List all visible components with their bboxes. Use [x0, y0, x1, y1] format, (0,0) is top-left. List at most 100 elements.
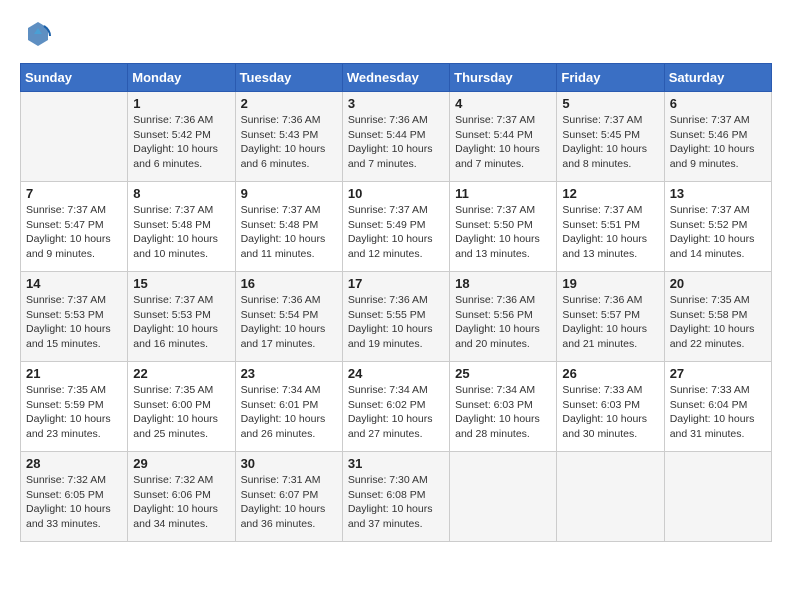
day-number: 3 — [348, 96, 444, 111]
day-info: Sunrise: 7:34 AMSunset: 6:03 PMDaylight:… — [455, 383, 551, 442]
day-number: 7 — [26, 186, 122, 201]
day-info: Sunrise: 7:36 AMSunset: 5:56 PMDaylight:… — [455, 293, 551, 352]
calendar-cell: 24 Sunrise: 7:34 AMSunset: 6:02 PMDayligh… — [342, 362, 449, 452]
day-number: 29 — [133, 456, 229, 471]
logo-wordmark — [20, 20, 52, 53]
day-number: 14 — [26, 276, 122, 291]
calendar-cell: 3Sunrise: 7:36 AMSunset: 5:44 PMDaylight… — [342, 92, 449, 182]
calendar-cell: 4 Sunrise: 7:37 AMSunset: 5:44 PMDaylight… — [450, 92, 557, 182]
calendar-cell: 27 Sunrise: 7:33 AMSunset: 6:04 PMDayligh… — [664, 362, 771, 452]
calendar-cell: 19 Sunrise: 7:36 AMSunset: 5:57 PMDayligh… — [557, 272, 664, 362]
day-info: Sunrise: 7:36 AMSunset: 5:55 PMDaylight:… — [348, 293, 444, 352]
calendar-cell: 23Sunrise: 7:34 AMSunset: 6:01 PMDayligh… — [235, 362, 342, 452]
day-number: 27 — [670, 366, 766, 381]
calendar-cell: 28 Sunrise: 7:32 AMSunset: 6:05 PMDayligh… — [21, 452, 128, 542]
day-info: Sunrise: 7:37 AMSunset: 5:50 PMDaylight:… — [455, 203, 551, 262]
day-info: Sunrise: 7:33 AMSunset: 6:03 PMDaylight:… — [562, 383, 658, 442]
day-number: 20 — [670, 276, 766, 291]
week-row-1: 7 Sunrise: 7:37 AMSunset: 5:47 PMDaylight… — [21, 182, 772, 272]
calendar-cell: 13 Sunrise: 7:37 AMSunset: 5:52 PMDayligh… — [664, 182, 771, 272]
calendar-table: SundayMondayTuesdayWednesdayThursdayFrid… — [20, 63, 772, 542]
calendar-cell: 20 Sunrise: 7:35 AMSunset: 5:58 PMDayligh… — [664, 272, 771, 362]
calendar-cell: 14 Sunrise: 7:37 AMSunset: 5:53 PMDayligh… — [21, 272, 128, 362]
day-number: 16 — [241, 276, 337, 291]
day-info: Sunrise: 7:37 AMSunset: 5:51 PMDaylight:… — [562, 203, 658, 262]
day-info: Sunrise: 7:37 AMSunset: 5:53 PMDaylight:… — [133, 293, 229, 352]
day-info: Sunrise: 7:32 AMSunset: 6:06 PMDaylight:… — [133, 473, 229, 532]
day-number: 1 — [133, 96, 229, 111]
day-info: Sunrise: 7:31 AMSunset: 6:07 PMDaylight:… — [241, 473, 337, 532]
calendar-cell — [557, 452, 664, 542]
day-number: 30 — [241, 456, 337, 471]
day-number: 17 — [348, 276, 444, 291]
logo-icon — [24, 20, 52, 48]
calendar-cell — [21, 92, 128, 182]
calendar-cell: 29 Sunrise: 7:32 AMSunset: 6:06 PMDayligh… — [128, 452, 235, 542]
header-friday: Friday — [557, 64, 664, 92]
week-row-4: 28 Sunrise: 7:32 AMSunset: 6:05 PMDayligh… — [21, 452, 772, 542]
calendar-cell: 7 Sunrise: 7:37 AMSunset: 5:47 PMDaylight… — [21, 182, 128, 272]
calendar-cell: 18 Sunrise: 7:36 AMSunset: 5:56 PMDayligh… — [450, 272, 557, 362]
calendar-cell: 15Sunrise: 7:37 AMSunset: 5:53 PMDayligh… — [128, 272, 235, 362]
calendar-cell — [664, 452, 771, 542]
day-number: 28 — [26, 456, 122, 471]
day-info: Sunrise: 7:37 AMSunset: 5:46 PMDaylight:… — [670, 113, 766, 172]
day-info: Sunrise: 7:37 AMSunset: 5:45 PMDaylight:… — [562, 113, 658, 172]
day-info: Sunrise: 7:37 AMSunset: 5:48 PMDaylight:… — [241, 203, 337, 262]
calendar-cell: 8 Sunrise: 7:37 AMSunset: 5:48 PMDaylight… — [128, 182, 235, 272]
day-number: 22 — [133, 366, 229, 381]
day-info: Sunrise: 7:33 AMSunset: 6:04 PMDaylight:… — [670, 383, 766, 442]
day-number: 26 — [562, 366, 658, 381]
day-info: Sunrise: 7:36 AMSunset: 5:57 PMDaylight:… — [562, 293, 658, 352]
day-number: 19 — [562, 276, 658, 291]
day-number: 31 — [348, 456, 444, 471]
day-info: Sunrise: 7:37 AMSunset: 5:49 PMDaylight:… — [348, 203, 444, 262]
calendar-cell: 1 Sunrise: 7:36 AMSunset: 5:42 PMDaylight… — [128, 92, 235, 182]
day-info: Sunrise: 7:35 AMSunset: 5:58 PMDaylight:… — [670, 293, 766, 352]
day-info: Sunrise: 7:34 AMSunset: 6:02 PMDaylight:… — [348, 383, 444, 442]
day-info: Sunrise: 7:37 AMSunset: 5:52 PMDaylight:… — [670, 203, 766, 262]
header-sunday: Sunday — [21, 64, 128, 92]
week-row-0: 1 Sunrise: 7:36 AMSunset: 5:42 PMDaylight… — [21, 92, 772, 182]
header — [20, 20, 772, 53]
header-thursday: Thursday — [450, 64, 557, 92]
day-number: 4 — [455, 96, 551, 111]
week-row-2: 14 Sunrise: 7:37 AMSunset: 5:53 PMDayligh… — [21, 272, 772, 362]
day-number: 25 — [455, 366, 551, 381]
day-number: 24 — [348, 366, 444, 381]
calendar-cell: 31 Sunrise: 7:30 AMSunset: 6:08 PMDayligh… — [342, 452, 449, 542]
calendar-cell: 10Sunrise: 7:37 AMSunset: 5:49 PMDayligh… — [342, 182, 449, 272]
calendar-cell: 16 Sunrise: 7:36 AMSunset: 5:54 PMDayligh… — [235, 272, 342, 362]
calendar-cell: 26 Sunrise: 7:33 AMSunset: 6:03 PMDayligh… — [557, 362, 664, 452]
week-row-3: 21 Sunrise: 7:35 AMSunset: 5:59 PMDayligh… — [21, 362, 772, 452]
day-info: Sunrise: 7:37 AMSunset: 5:44 PMDaylight:… — [455, 113, 551, 172]
day-number: 8 — [133, 186, 229, 201]
day-info: Sunrise: 7:30 AMSunset: 6:08 PMDaylight:… — [348, 473, 444, 532]
day-info: Sunrise: 7:32 AMSunset: 6:05 PMDaylight:… — [26, 473, 122, 532]
calendar-cell: 22 Sunrise: 7:35 AMSunset: 6:00 PMDayligh… — [128, 362, 235, 452]
day-info: Sunrise: 7:36 AMSunset: 5:42 PMDaylight:… — [133, 113, 229, 172]
day-info: Sunrise: 7:37 AMSunset: 5:53 PMDaylight:… — [26, 293, 122, 352]
day-info: Sunrise: 7:34 AMSunset: 6:01 PMDaylight:… — [241, 383, 337, 442]
header-wednesday: Wednesday — [342, 64, 449, 92]
day-info: Sunrise: 7:35 AMSunset: 6:00 PMDaylight:… — [133, 383, 229, 442]
calendar-cell: 12 Sunrise: 7:37 AMSunset: 5:51 PMDayligh… — [557, 182, 664, 272]
day-number: 18 — [455, 276, 551, 291]
day-info: Sunrise: 7:36 AMSunset: 5:43 PMDaylight:… — [241, 113, 337, 172]
calendar-cell: 5Sunrise: 7:37 AMSunset: 5:45 PMDaylight… — [557, 92, 664, 182]
day-number: 6 — [670, 96, 766, 111]
calendar-cell: 21 Sunrise: 7:35 AMSunset: 5:59 PMDayligh… — [21, 362, 128, 452]
calendar-header-row: SundayMondayTuesdayWednesdayThursdayFrid… — [21, 64, 772, 92]
day-info: Sunrise: 7:37 AMSunset: 5:47 PMDaylight:… — [26, 203, 122, 262]
day-number: 13 — [670, 186, 766, 201]
day-number: 12 — [562, 186, 658, 201]
day-info: Sunrise: 7:36 AMSunset: 5:54 PMDaylight:… — [241, 293, 337, 352]
calendar-cell: 25 Sunrise: 7:34 AMSunset: 6:03 PMDayligh… — [450, 362, 557, 452]
day-info: Sunrise: 7:35 AMSunset: 5:59 PMDaylight:… — [26, 383, 122, 442]
calendar-cell — [450, 452, 557, 542]
day-info: Sunrise: 7:37 AMSunset: 5:48 PMDaylight:… — [133, 203, 229, 262]
day-number: 21 — [26, 366, 122, 381]
day-number: 2 — [241, 96, 337, 111]
header-saturday: Saturday — [664, 64, 771, 92]
calendar-cell: 11Sunrise: 7:37 AMSunset: 5:50 PMDayligh… — [450, 182, 557, 272]
